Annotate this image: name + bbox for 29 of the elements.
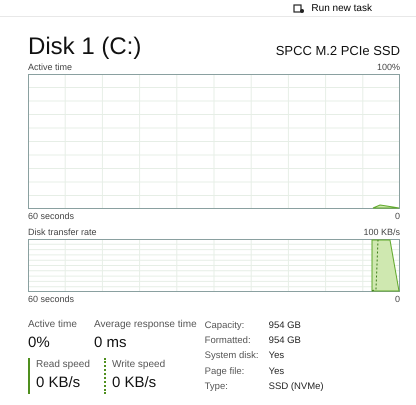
task-icon — [293, 4, 306, 14]
speed-value: 0 KB/s — [112, 373, 158, 393]
stat-label: Average response time — [94, 318, 197, 332]
detail-value: Yes — [268, 364, 286, 379]
stat-value: 0% — [28, 333, 51, 353]
time-span-label: 60 seconds — [28, 210, 74, 223]
detail-label: Formatted: — [204, 334, 252, 348]
detail-label: Capacity: — [204, 319, 246, 333]
detail-value: SSD (NVMe) — [268, 380, 324, 394]
detail-value: Yes — [268, 349, 286, 364]
stat-label: Active time — [28, 318, 78, 332]
graph-label: Disk transfer rate — [28, 226, 97, 239]
disk-title: Disk 1 (C:) — [28, 33, 142, 61]
disk-model: SPCC M.2 PCIe SSD — [276, 43, 400, 58]
graph-min: 0 — [394, 210, 400, 223]
detail-label: System disk: — [204, 349, 260, 364]
graph-max: 100% — [376, 61, 400, 74]
graph-max: 100 KB/s — [363, 226, 400, 239]
detail-value: 954 GB — [268, 319, 302, 333]
graph-label: Active time — [28, 61, 72, 74]
speed-value: 0 KB/s — [36, 373, 82, 393]
detail-label: Type: — [204, 380, 229, 394]
graph-min: 0 — [394, 293, 400, 306]
speed-label: Read speed — [36, 358, 91, 372]
detail-label: Page file: — [204, 364, 246, 379]
time-span-label: 60 seconds — [28, 293, 74, 306]
detail-value: 954 GB — [268, 334, 302, 348]
speed-label: Write speed — [112, 358, 166, 372]
stat-value: 0 ms — [94, 333, 128, 353]
